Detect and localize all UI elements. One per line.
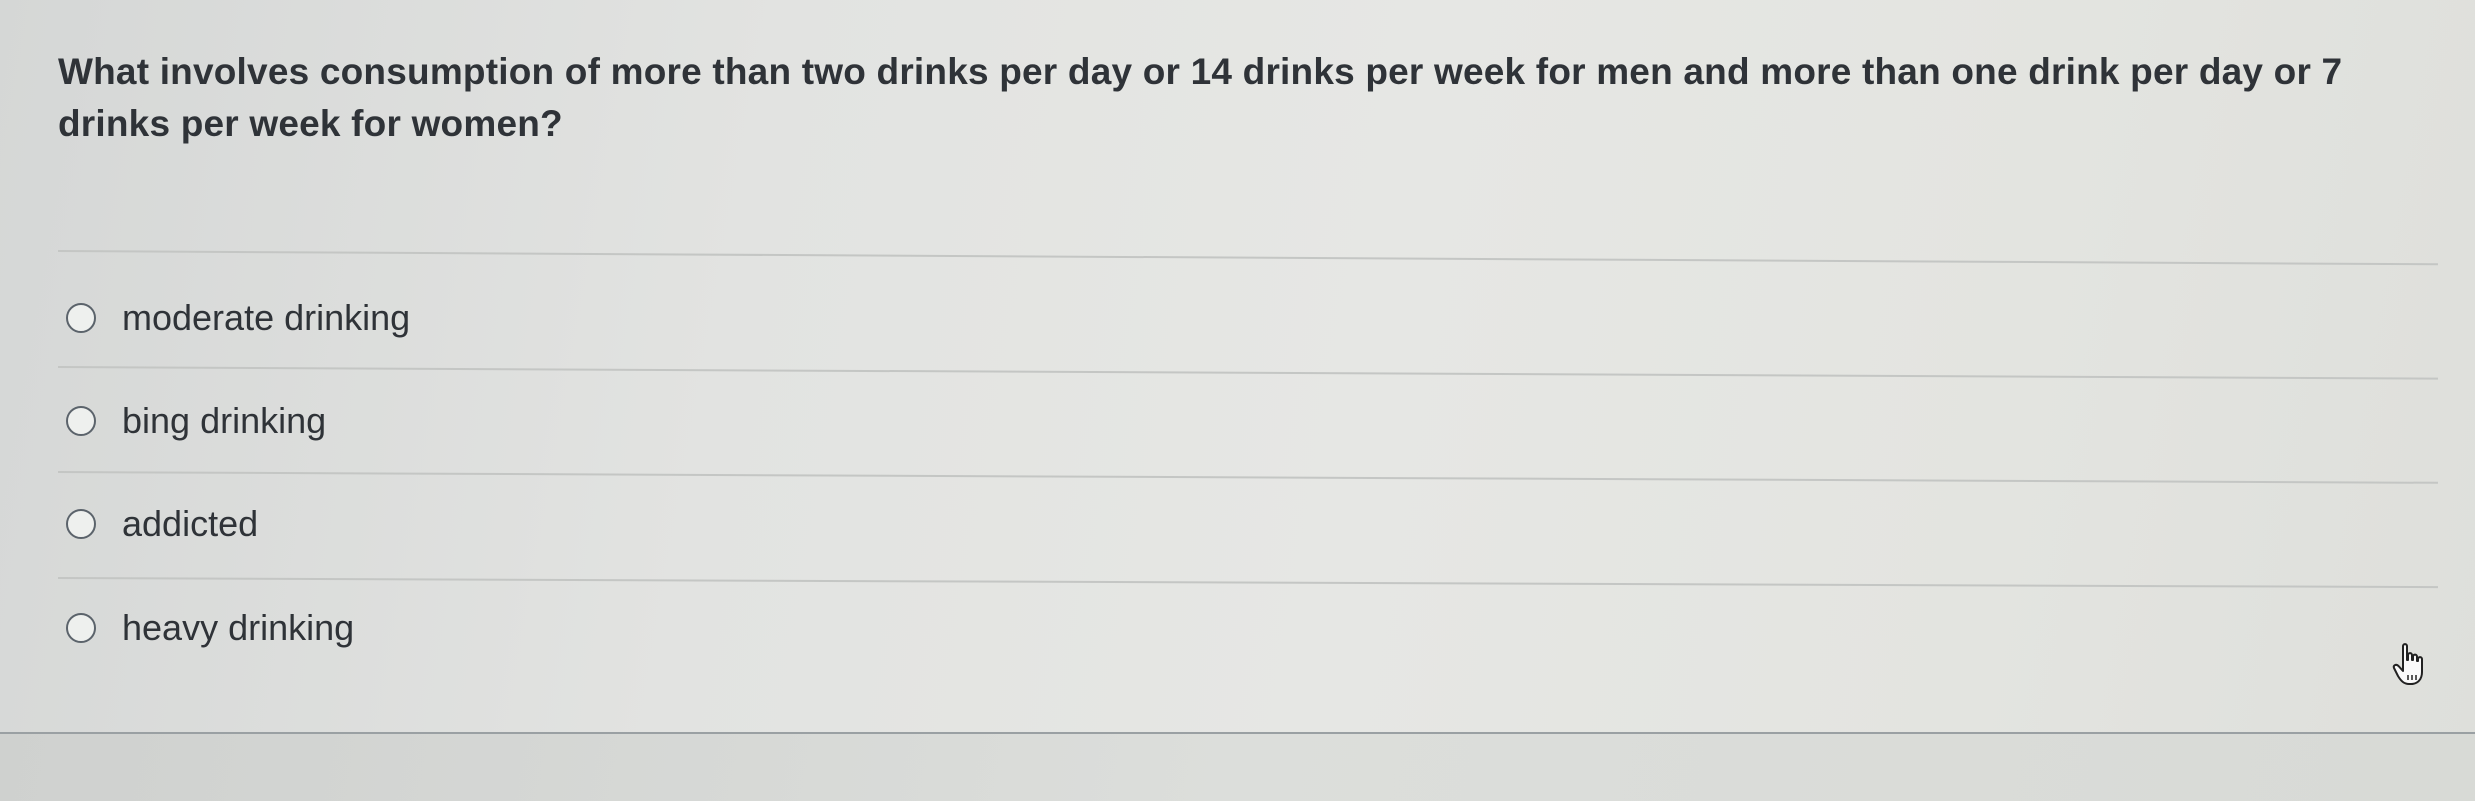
radio-button[interactable] <box>66 613 96 643</box>
radio-button[interactable] <box>66 509 96 539</box>
answer-option-addicted[interactable]: addicted <box>66 494 258 554</box>
answer-option-heavy-drinking[interactable]: heavy drinking <box>66 598 354 658</box>
answer-option-moderate-drinking[interactable]: moderate drinking <box>66 288 410 348</box>
divider <box>57 577 2438 589</box>
divider <box>57 250 2438 266</box>
divider <box>57 366 2438 380</box>
answer-option-bing-drinking[interactable]: bing drinking <box>66 391 326 451</box>
radio-button[interactable] <box>66 406 96 436</box>
answer-label[interactable]: moderate drinking <box>122 297 410 339</box>
footer-area <box>0 734 2475 801</box>
radio-button[interactable] <box>66 303 96 333</box>
answer-label[interactable]: heavy drinking <box>122 607 354 649</box>
divider <box>57 471 2438 484</box>
question-text: What involves consumption of more than t… <box>58 51 2343 144</box>
question-card: What involves consumption of more than t… <box>0 0 2475 732</box>
answer-label[interactable]: addicted <box>122 503 258 545</box>
hand-pointer-icon <box>2392 643 2423 685</box>
answer-label[interactable]: bing drinking <box>122 400 326 442</box>
